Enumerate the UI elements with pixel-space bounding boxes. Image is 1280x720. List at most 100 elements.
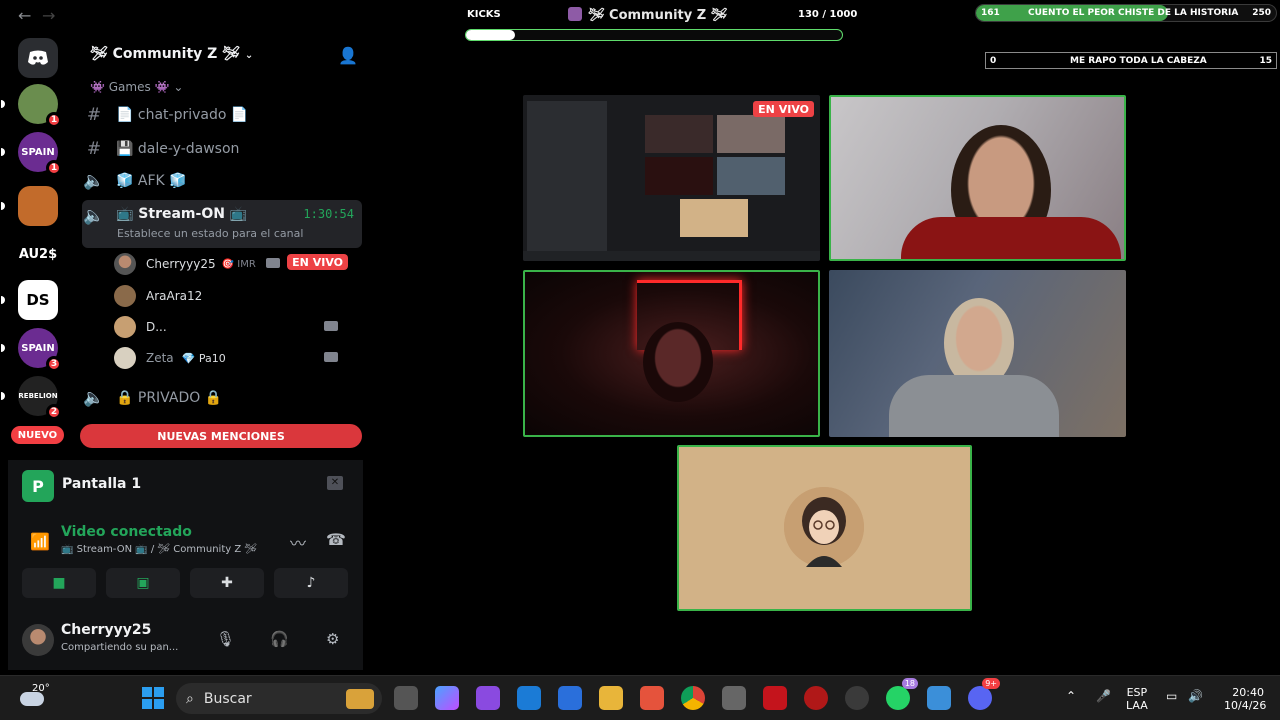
stream-tile-user-2[interactable] (523, 270, 820, 437)
voice-user-extra: 🎯 IMR (221, 258, 256, 270)
stream-tile-screen[interactable]: EN VIVO (523, 95, 820, 261)
invite-people-icon[interactable]: 👤 (338, 46, 358, 65)
task-view-icon[interactable] (394, 686, 418, 710)
server-avatar: DS (18, 280, 58, 320)
file-explorer-icon[interactable] (599, 686, 623, 710)
discord-window: ← → KICKS 🛩 Community Z 🛩 130 / 1000 161… (0, 0, 1280, 675)
server-item-1[interactable]: 1 (1, 84, 62, 128)
server-name[interactable]: 🛩 Community Z 🛩 ⌄ (90, 46, 253, 62)
server-avatar (18, 186, 58, 226)
chrome-icon[interactable] (681, 686, 705, 710)
new-mentions-button[interactable]: NUEVAS MENCIONES (80, 424, 362, 448)
channel-privado[interactable]: 🔈 🔒 PRIVADO 🔒 (82, 383, 362, 413)
voice-user-name: Zeta (146, 351, 174, 365)
weather-icon[interactable] (20, 692, 44, 706)
channel-label: 📺 Stream-ON 📺 (116, 206, 248, 222)
soundboard-button[interactable]: ♪ (274, 568, 348, 598)
preview-video (645, 157, 713, 195)
channel-dale-y-dawson[interactable]: # 💾 dale-y-dawson (82, 134, 362, 164)
kicks-progress-bar (465, 29, 843, 41)
voice-user-cherryyy25[interactable]: Cherryyy25 🎯 IMR EN VIVO (114, 250, 354, 278)
search-icon: ⌕ (186, 690, 194, 707)
hashtag-icon: # (86, 105, 102, 125)
disconnect-icon[interactable]: ☎ (326, 530, 346, 549)
preview-video (645, 115, 713, 153)
server-item-spain-2[interactable]: SPAIN 3 (1, 328, 62, 372)
channel-afk[interactable]: 🔈 🧊 AFK 🧊 (82, 166, 362, 196)
start-button[interactable] (142, 687, 164, 709)
discord-taskbar-icon[interactable]: 9+ (968, 678, 1000, 710)
avatar[interactable] (22, 624, 54, 656)
window-title: 🛩 Community Z 🛩 (568, 7, 727, 23)
microphone-icon[interactable]: 🎤 (1096, 690, 1111, 703)
channel-chat-privado[interactable]: # 📄 chat-privado 📄 (82, 100, 362, 130)
server-item-ds[interactable]: DS (1, 280, 58, 320)
soundboard-icon: ♪ (306, 575, 316, 591)
category-games[interactable]: 👾 Games 👾 ⌄ (90, 80, 183, 94)
network-icon[interactable]: ▭ (1166, 690, 1177, 703)
taskbar-search[interactable]: ⌕ Buscar (176, 683, 382, 714)
server-rail: 1 SPAIN 1 AU2$ DS SPAIN 3 REBELION 2 NUE… (0, 32, 74, 460)
server-item-rebelion[interactable]: REBELION 2 (1, 376, 62, 420)
preview-sidebar (527, 101, 607, 251)
avatar (114, 316, 136, 338)
voice-user-name: Cherryyy25 (146, 257, 216, 271)
activities-button[interactable]: ✚ (190, 568, 264, 598)
voice-user-zeta[interactable]: Zeta 💎 Pa10 (114, 344, 354, 372)
app-window-icon[interactable] (927, 686, 951, 710)
voice-user-d[interactable]: D... (114, 313, 354, 341)
server-item-au[interactable]: AU2$ (18, 234, 58, 274)
media-app-icon[interactable] (476, 686, 500, 710)
stop-stream-button[interactable]: ✕ (327, 476, 343, 490)
stream-tile-user-3[interactable] (829, 270, 1126, 437)
chevron-up-icon[interactable]: ⌃ (1066, 690, 1076, 703)
app-gear-icon[interactable] (845, 686, 869, 710)
amd-icon[interactable] (763, 686, 787, 710)
discord-home-button[interactable] (18, 38, 58, 78)
stream-tile-user-1[interactable] (829, 95, 1126, 261)
back-button[interactable]: ← (18, 6, 31, 25)
gear-icon[interactable]: ⚙ (326, 630, 339, 648)
mail-icon[interactable] (517, 686, 541, 710)
channel-status[interactable]: Establece un estado para el canal (117, 227, 303, 240)
poll-primary-text: CUENTO EL PEOR CHISTE DE LA HISTORIA (1028, 8, 1239, 18)
server-item-3[interactable] (1, 186, 58, 226)
server-item-spain-1[interactable]: SPAIN 1 (1, 132, 62, 176)
screen-share-button[interactable]: ▣ (106, 568, 180, 598)
voice-location[interactable]: 📺 Stream-ON 📺 / 🛩 Community Z 🛩 (61, 544, 257, 555)
channel-sidebar: 🛩 Community Z 🛩 ⌄ 👤 👾 Games 👾 ⌄ # 📄 chat… (74, 32, 371, 460)
app-red-icon[interactable] (804, 686, 828, 710)
server-icon (568, 7, 582, 21)
window-title-text: 🛩 Community Z 🛩 (588, 8, 728, 23)
voice-status[interactable]: Video conectado (61, 524, 192, 540)
channel-stream-on[interactable]: 🔈 📺 Stream-ON 📺 1:30:54 Establece un est… (82, 200, 362, 248)
camera-button[interactable]: ■ (22, 568, 96, 598)
user-name[interactable]: Cherryyy25 (61, 622, 151, 638)
language-indicator[interactable]: ESP LAA (1126, 686, 1148, 712)
voice-user-araara12[interactable]: AraAra12 (114, 282, 354, 310)
app-icon[interactable] (722, 686, 746, 710)
mention-badge: 1 (46, 112, 62, 128)
kicks-progress-fill (466, 30, 515, 40)
clock[interactable]: 20:40 10/4/26 (1224, 686, 1266, 712)
new-unreads-button[interactable]: NUEVO (11, 426, 64, 444)
poll-secondary-left: 0 (990, 56, 997, 66)
unread-pill (1, 100, 5, 108)
avatar (114, 253, 136, 275)
headphones-icon[interactable]: 🎧 (270, 630, 289, 648)
mention-badge: 3 (46, 356, 62, 372)
noise-suppression-icon[interactable]: 〰 (290, 530, 306, 554)
copilot-icon[interactable] (435, 686, 459, 710)
whatsapp-icon[interactable]: 18 (886, 678, 918, 710)
forward-button[interactable]: → (42, 6, 55, 25)
speaker-icon: 🔈 (83, 171, 105, 191)
store-icon[interactable] (558, 686, 582, 710)
signal-icon: 📶 (30, 532, 50, 551)
poll-primary: 161 CUENTO EL PEOR CHISTE DE LA HISTORIA… (975, 4, 1277, 22)
volume-icon[interactable]: 🔊 (1188, 690, 1203, 703)
brave-icon[interactable] (640, 686, 664, 710)
stream-tile-user-4[interactable] (677, 445, 972, 611)
microphone-icon[interactable]: 🎙 (216, 630, 235, 648)
language-code: ESP (1126, 686, 1148, 699)
camera-icon: ■ (52, 575, 66, 591)
